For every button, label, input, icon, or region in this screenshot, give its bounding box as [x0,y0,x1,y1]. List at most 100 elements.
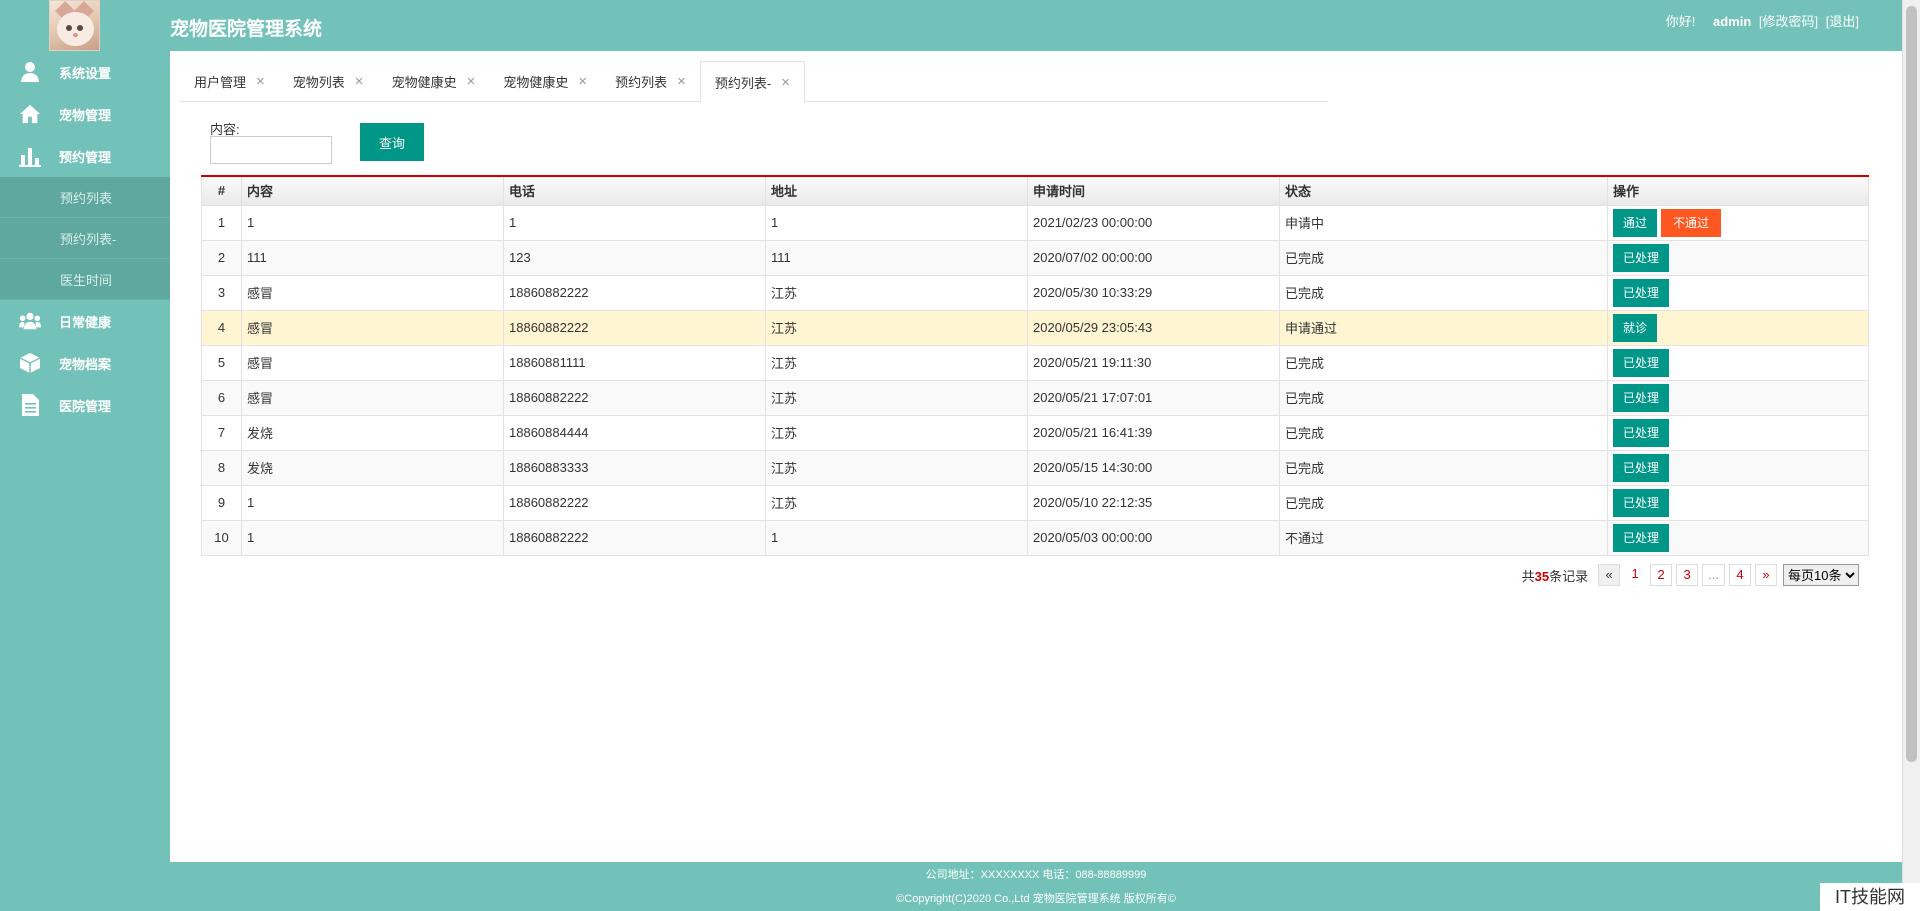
address-cell: 1 [765,204,1028,241]
action-cell: 已处理 [1607,449,1869,486]
sidebar-subitem-appointment-list-2[interactable]: 预约列表- [0,218,170,259]
status-cell: 不通过 [1279,519,1608,556]
content-cell: 发烧 [241,449,504,486]
time-cell: 2020/05/10 22:12:35 [1027,484,1280,521]
processed-button[interactable]: 已处理 [1613,523,1670,552]
close-icon[interactable]: × [578,73,587,90]
time-cell: 2020/05/29 23:05:43 [1027,309,1280,346]
page-button[interactable]: 1 [1624,564,1647,586]
sidebar-item-label: 宠物档案 [59,356,112,372]
page-button[interactable]: 4 [1729,564,1751,586]
scrollbar-thumb[interactable] [1906,6,1917,762]
sidebar-subitem-appointment-list[interactable]: 预约列表 [0,177,170,218]
status-cell: 已完成 [1279,484,1608,521]
tab-label: 用户管理 [194,75,247,90]
content-cell: 感冒 [241,379,504,416]
sidebar-item-appointment-management[interactable]: 预约管理 [0,135,170,177]
processed-button[interactable]: 已处理 [1613,418,1670,447]
time-cell: 2020/05/03 00:00:00 [1027,519,1280,556]
search-button[interactable]: 查询 [360,123,424,161]
sidebar-item-label: 医院管理 [59,398,112,414]
content-cell: 感冒 [241,344,504,381]
status-cell: 已完成 [1279,449,1608,486]
content-cell: 1 [241,484,504,521]
address-cell: 1 [765,519,1028,556]
table-body: 1 1 1 1 2021/02/23 00:00:00 申请中 通过 不通过 2 111 123 11… [201,204,1869,556]
page-button[interactable]: 2 [1650,564,1673,586]
processed-button[interactable]: 已处理 [1613,453,1670,482]
table-row: 9 1 18860882222 江苏 2020/05/10 22:12:35 已完成 已处理 [201,484,1869,521]
tab-user-management[interactable]: 用户管理 × [180,61,279,102]
tab-pet-list[interactable]: 宠物列表 × [279,61,378,102]
phone-cell: 123 [503,239,766,276]
phone-cell: 18860882222 [503,379,766,416]
processed-button[interactable]: 已处理 [1613,488,1670,517]
table-row: 6 感冒 18860882222 江苏 2020/05/21 17:07:01 已完成 已处… [201,379,1869,416]
action-cell: 已处理 [1607,414,1869,451]
processed-button[interactable]: 已处理 [1613,348,1670,377]
sidebar-item-label: 系统设置 [59,65,112,81]
appointment-table: # 内容 电话 地址 申请时间 状态 操作 1 1 1 1 2021/02/23 00:… [201,175,1869,556]
page-size-select[interactable]: 每页10条 [1783,564,1859,586]
address-cell: 江苏 [765,414,1028,451]
column-header: 申请时间 [1027,175,1280,206]
table-row: 10 1 18860882222 1 2020/05/03 00:00:00 不通过 已处理 [201,519,1869,556]
group-icon [19,310,41,332]
sidebar-item-pet-management[interactable]: 宠物管理 [0,93,170,135]
tab-label: 预约列表 [615,75,668,90]
reject-button[interactable]: 不通过 [1661,208,1722,237]
prev-page-button[interactable]: « [1598,564,1621,586]
address-cell: 江苏 [765,274,1028,311]
footer-copyright: ©Copyright(C)2020 Co.,Ltd 宠物医院管理系统 版权所有© [896,893,1176,905]
time-cell: 2020/05/21 17:07:01 [1027,379,1280,416]
change-password-link[interactable]: [修改密码] [1759,14,1818,29]
sidebar-item-pet-records[interactable]: 宠物档案 [0,342,170,384]
vertical-scrollbar[interactable] [1902,0,1920,911]
phone-cell: 1 [503,204,766,241]
processed-button[interactable]: 已处理 [1613,243,1670,272]
address-cell: 江苏 [765,379,1028,416]
watermark: IT技能网 [1820,883,1920,911]
processed-button[interactable]: 已处理 [1613,278,1670,307]
approve-button[interactable]: 通过 [1613,208,1658,237]
close-icon[interactable]: × [781,74,790,91]
close-icon[interactable]: × [467,73,476,90]
bar-chart-icon [19,145,41,167]
user-area: 你好! admin [修改密码] [退出] [1662,11,1859,30]
sidebar-subitem-doctor-time[interactable]: 医生时间 [0,259,170,300]
top-header: 宠物医院管理系统 你好! admin [修改密码] [退出] [0,0,1902,51]
table-row: 4 感冒 18860882222 江苏 2020/05/29 23:05:43 申请通过就… [201,309,1869,346]
sidebar-item-daily-health[interactable]: 日常健康 [0,300,170,342]
visit-button[interactable]: 就诊 [1613,313,1658,342]
processed-button[interactable]: 已处理 [1613,383,1670,412]
action-cell: 就诊 [1607,309,1869,346]
main-content: 用户管理 × 宠物列表 × 宠物健康史 × 宠物健康史 × 预约列表 × 预约列表- × 内… [170,51,1902,862]
tab-pet-health-history[interactable]: 宠物健康史 × [378,61,490,102]
next-page-button[interactable]: » [1755,564,1777,586]
tab-appointment-list-2[interactable]: 预约列表- × [699,61,806,103]
tab-pet-health-history-2[interactable]: 宠物健康史 × [489,61,601,102]
user-icon [19,61,41,83]
page-button[interactable]: 3 [1676,564,1699,586]
close-icon[interactable]: × [355,73,364,90]
tab-appointment-list[interactable]: 预约列表 × [601,61,700,102]
phone-cell: 18860884444 [503,414,766,451]
tab-label: 宠物健康史 [503,75,569,90]
content-cell: 111 [241,239,504,276]
time-cell: 2020/07/02 00:00:00 [1027,239,1280,276]
content-cell: 感冒 [241,274,504,311]
close-icon[interactable]: × [677,73,686,90]
action-cell: 已处理 [1607,484,1869,521]
phone-cell: 18860882222 [503,274,766,311]
sidebar-item-system-settings[interactable]: 系统设置 [0,51,170,93]
phone-cell: 18860883333 [503,449,766,486]
column-header: 地址 [765,175,1028,206]
phone-cell: 18860882222 [503,519,766,556]
close-icon[interactable]: × [256,73,265,90]
search-input[interactable] [210,136,332,164]
content-cell: 1 [241,519,504,556]
time-cell: 2020/05/15 14:30:00 [1027,449,1280,486]
sidebar-item-hospital-management[interactable]: 医院管理 [0,384,170,426]
table-row: 2 111 123 111 2020/07/02 00:00:00 已完成 已处理 [201,239,1869,276]
logout-link[interactable]: [退出] [1826,14,1859,29]
